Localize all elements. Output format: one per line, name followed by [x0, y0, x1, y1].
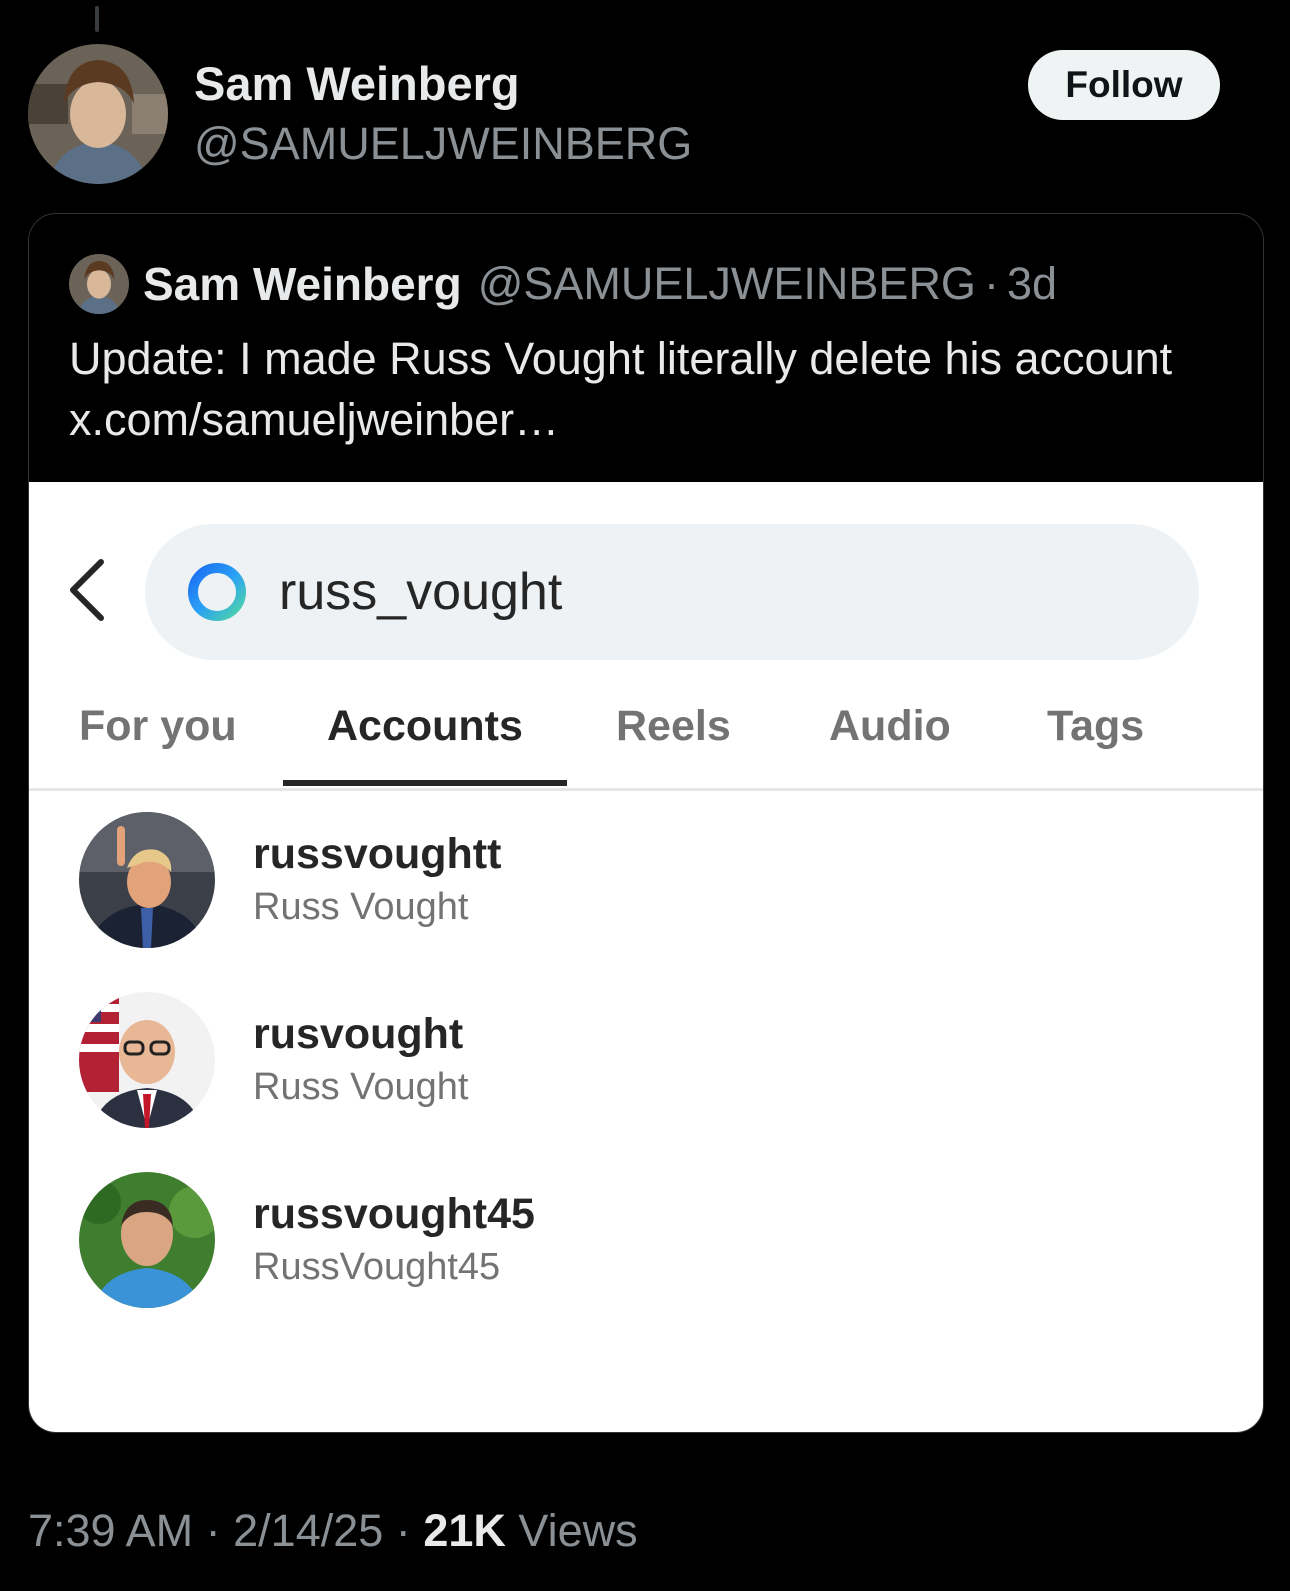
quote-text: Update: I made Russ Vought literally del… [69, 333, 1173, 445]
tab-accounts: Accounts [327, 702, 523, 750]
account-display-name: Russ Vought [253, 886, 469, 928]
back-chevron-icon [63, 554, 123, 626]
tweet-header: Sam Weinberg @SAMUELJWEINBERG Follow [28, 44, 1264, 184]
tweet-date[interactable]: 2/14/25 [233, 1505, 383, 1556]
account-username: russvought45 [253, 1190, 535, 1238]
thread-line [95, 6, 99, 32]
quote-author-name: Sam Weinberg [143, 258, 462, 310]
quote-tweet-card[interactable]: Sam Weinberg @SAMUELJWEINBERG · 3d Updat… [28, 213, 1264, 1433]
account-avatar [79, 812, 215, 948]
quote-separator: · [983, 258, 999, 309]
meta-ai-ring-icon [185, 560, 249, 624]
author-handle[interactable]: @SAMUELJWEINBERG [194, 118, 692, 170]
attached-screenshot[interactable]: russ_vought For you Accounts Reels Audio… [29, 482, 1263, 1432]
tab-tags: Tags [1047, 702, 1145, 750]
tab-for-you: For you [79, 702, 237, 750]
tab-reels: Reels [616, 702, 731, 750]
account-username: russvoughtt [253, 830, 502, 878]
meta-separator: · [205, 1505, 221, 1556]
follow-button[interactable]: Follow [1028, 50, 1220, 120]
quote-author-handle: @SAMUELJWEINBERG [477, 258, 976, 309]
account-avatar [79, 992, 215, 1128]
account-row: rusvought Russ Vought [79, 992, 1179, 1128]
account-row: russvought45 RussVought45 [79, 1172, 1179, 1308]
views-count: 21K [423, 1505, 506, 1556]
account-username: rusvought [253, 1010, 464, 1058]
meta-separator: · [395, 1505, 411, 1556]
views-label: Views [518, 1505, 638, 1556]
tweet-meta: 7:39 AM · 2/14/25 · 21K Views [28, 1505, 638, 1557]
result-tabs: For you Accounts Reels Audio Tags [29, 672, 1263, 788]
quote-author-avatar [69, 254, 129, 314]
author-name[interactable]: Sam Weinberg [194, 56, 520, 111]
search-query: russ_vought [279, 563, 563, 621]
search-bar: russ_vought [145, 524, 1199, 660]
author-avatar[interactable] [28, 44, 168, 184]
account-row: russvoughtt Russ Vought [79, 812, 1179, 948]
account-avatar [79, 1172, 215, 1308]
tabs-divider [29, 788, 1263, 791]
account-display-name: RussVought45 [253, 1246, 501, 1288]
quote-age: 3d [1006, 258, 1058, 309]
quote-header: Sam Weinberg @SAMUELJWEINBERG · 3d [69, 254, 1057, 314]
active-tab-indicator [283, 780, 567, 786]
account-display-name: Russ Vought [253, 1066, 469, 1108]
tweet-time[interactable]: 7:39 AM [28, 1505, 193, 1556]
tab-audio: Audio [829, 702, 951, 750]
